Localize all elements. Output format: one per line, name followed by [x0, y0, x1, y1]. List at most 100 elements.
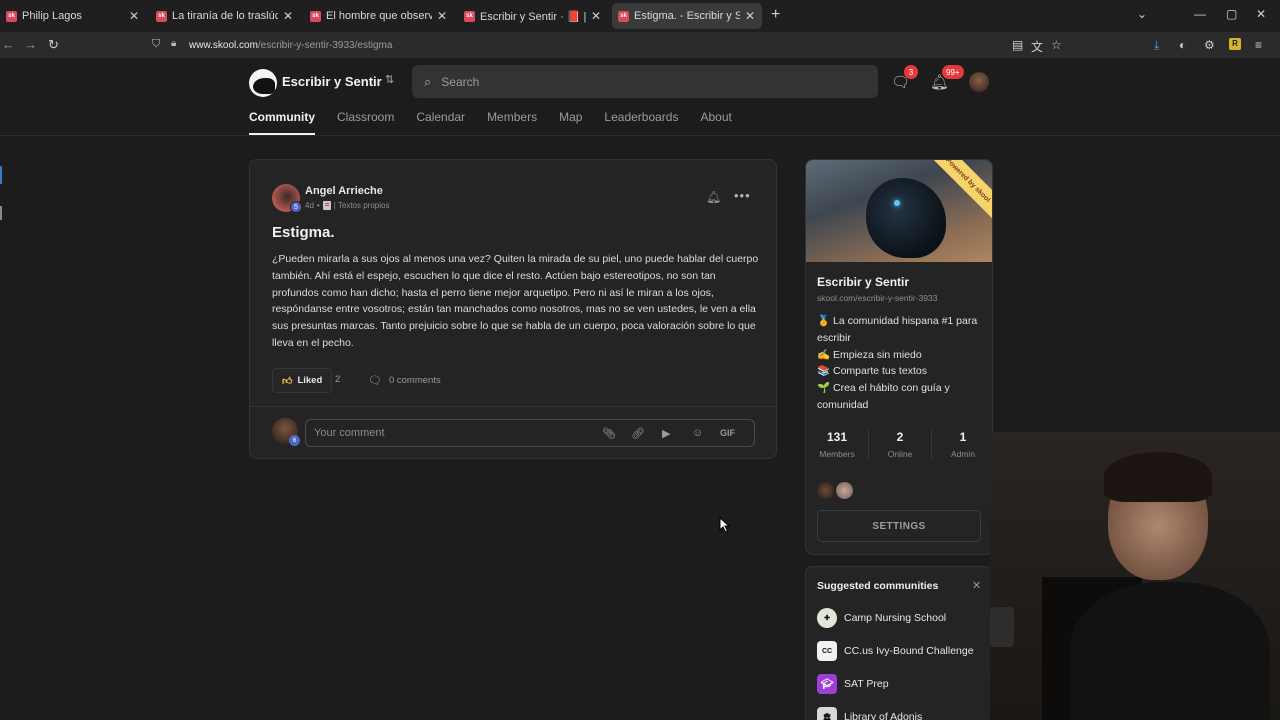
community-card-url[interactable]: skool.com/escribir-y-sentir-3933	[817, 293, 937, 303]
follow-bell-icon[interactable]: 🔔︎	[706, 190, 721, 204]
ccus-icon: CC	[817, 641, 837, 661]
post-author[interactable]: Angel Arrieche	[305, 185, 383, 197]
settings-button[interactable]: SETTINGS	[817, 510, 981, 542]
nurse-icon: ✚	[817, 608, 837, 628]
tab-community[interactable]: Community	[249, 110, 315, 135]
like-count[interactable]: 2	[335, 374, 340, 385]
stat-value: 131	[826, 430, 848, 444]
translate-icon[interactable]: 文	[1031, 38, 1043, 55]
close-tab-icon[interactable]: ✕	[282, 9, 294, 23]
extensions-puzzle-icon[interactable]: ⚙	[1204, 38, 1215, 52]
description-line: ✍️ Empieza sin miedo	[817, 348, 922, 361]
suggested-item-name: CC.us Ivy-Bound Challenge	[844, 645, 974, 657]
community-nav: Community Classroom Calendar Members Map…	[249, 110, 754, 135]
address-bar[interactable]: ⛉ 🔒︎ www.skool.com/escribir-y-sentir-393…	[145, 34, 1080, 56]
skool-favicon-icon: sk	[156, 10, 167, 22]
tab-classroom[interactable]: Classroom	[337, 110, 394, 135]
user-avatar[interactable]	[969, 72, 989, 92]
sidebar-edge-indicator	[0, 166, 2, 184]
back-icon[interactable]: ←	[2, 37, 15, 52]
community-name[interactable]: Escribir y Sentir	[282, 74, 382, 89]
tab-title: Philip Lagos	[22, 10, 82, 22]
close-tab-icon[interactable]: ✕	[744, 9, 756, 23]
member-avatar[interactable]	[817, 482, 834, 499]
microphone	[990, 607, 1014, 647]
browser-tab[interactable]: sk Escribir y Sentir · 📕 | Textos pr ✕	[458, 3, 608, 29]
skool-favicon-icon: sk	[6, 10, 17, 22]
emoji-icon[interactable]: ☺	[692, 427, 703, 439]
browser-tab[interactable]: sk Philip Lagos ✕	[0, 3, 146, 29]
comment-input[interactable]	[314, 427, 599, 439]
presenter-body	[1070, 582, 1270, 720]
community-cover-image: Powered by skool	[806, 160, 992, 262]
notifications-badge: 99+	[942, 65, 964, 79]
browser-tab[interactable]: sk El hombre que observó la luz II ✕	[304, 3, 454, 29]
suggested-item[interactable]: ✚ Camp Nursing School	[817, 608, 946, 628]
community-logo[interactable]	[249, 69, 277, 97]
tab-title: Estigma. - Escribir y Sentir	[634, 10, 740, 22]
tab-map[interactable]: Map	[559, 110, 582, 135]
maximize-icon[interactable]: ▢	[1226, 7, 1237, 21]
reader-view-icon[interactable]: ▤	[1012, 38, 1023, 52]
author-level-badge: 5	[290, 201, 302, 213]
download-icon[interactable]: ⤓	[1154, 38, 1159, 53]
skool-favicon-icon: sk	[310, 10, 321, 22]
browser-tab[interactable]: sk La tiranía de lo traslúcido - Escri ✕	[150, 3, 300, 29]
raven-illustration	[866, 178, 946, 258]
member-avatar[interactable]	[836, 482, 853, 499]
community-info-card: Powered by skool Escribir y Sentir skool…	[805, 159, 993, 555]
suggested-item[interactable]: 🎓︎ SAT Prep	[817, 674, 889, 694]
search-icon: ⌕	[424, 73, 432, 89]
extension-r-icon[interactable]: R	[1229, 38, 1241, 50]
forward-icon[interactable]: →	[24, 37, 37, 52]
menu-hamburger-icon[interactable]: ≡	[1255, 38, 1262, 52]
search-input[interactable]	[441, 74, 822, 89]
close-tab-icon[interactable]: ✕	[590, 9, 602, 23]
attachment-icon[interactable]: 📎︎	[602, 427, 616, 440]
community-switcher-icon[interactable]: ⇅	[385, 73, 394, 86]
comment-composer[interactable]: 📎︎ 🔗︎ ▶ ☺ GIF	[305, 419, 755, 447]
sidebar-edge-indicator	[0, 206, 2, 220]
search-bar[interactable]: ⌕	[412, 65, 878, 98]
post-body: ¿Pueden mirarla a sus ojos al menos una …	[272, 253, 759, 349]
reload-icon[interactable]: ↻	[48, 37, 59, 53]
url-text: www.skool.com/escribir-y-sentir-3933/est…	[189, 39, 393, 51]
minimize-icon[interactable]: —	[1194, 7, 1206, 21]
meta-separator: •	[316, 201, 320, 210]
browser-tab-active[interactable]: sk Estigma. - Escribir y Sentir ✕	[612, 3, 762, 29]
bookmark-star-icon[interactable]: ☆	[1051, 38, 1062, 52]
gif-button[interactable]: GIF	[720, 428, 735, 438]
comments-count: 0 comments	[388, 375, 441, 386]
suggested-item[interactable]: CC CC.us Ivy-Bound Challenge	[817, 641, 974, 661]
tab-about[interactable]: About	[700, 110, 731, 135]
stat-members[interactable]: 131 Members	[806, 430, 868, 459]
more-options-icon[interactable]: •••	[734, 188, 751, 203]
tab-calendar[interactable]: Calendar	[416, 110, 465, 135]
thumbs-up-icon: 👍︎	[282, 375, 293, 387]
shield-icon[interactable]: ⛉	[152, 38, 160, 51]
like-button[interactable]: 👍︎ Liked	[272, 368, 333, 393]
tab-list-chevron-icon[interactable]: ⌄	[1137, 7, 1147, 21]
new-tab-icon[interactable]: +	[771, 6, 780, 24]
tab-leaderboards[interactable]: Leaderboards	[604, 110, 678, 135]
video-icon[interactable]: ▶	[662, 427, 670, 440]
raven-eye	[894, 200, 900, 206]
tab-members[interactable]: Members	[487, 110, 537, 135]
book-icon	[322, 201, 331, 210]
suggested-item-name: Library of Adonis	[844, 711, 923, 720]
post-category[interactable]: | Textos propios	[334, 201, 390, 210]
description-line: 📚 Comparte tus textos	[817, 365, 927, 378]
close-window-icon[interactable]: ✕	[1256, 7, 1266, 21]
suggested-item[interactable]: 🏛︎ Library of Adonis	[817, 707, 922, 720]
link-icon[interactable]: 🔗︎	[631, 427, 645, 440]
tab-title: Escribir y Sentir · 📕 | Textos pr	[480, 10, 586, 23]
comments-link[interactable]: 🗨︎ 0 comments	[368, 374, 441, 387]
close-tab-icon[interactable]: ✕	[436, 9, 448, 23]
stat-admin[interactable]: 1 Admin	[931, 430, 992, 459]
close-tab-icon[interactable]: ✕	[128, 9, 140, 23]
close-icon[interactable]: ✕	[972, 579, 981, 592]
stat-online[interactable]: 2 Online	[868, 430, 931, 459]
extension-clock-icon[interactable]: ◐	[1179, 38, 1186, 52]
stat-value: 2	[896, 430, 904, 444]
lock-icon[interactable]: 🔒︎	[171, 38, 176, 49]
